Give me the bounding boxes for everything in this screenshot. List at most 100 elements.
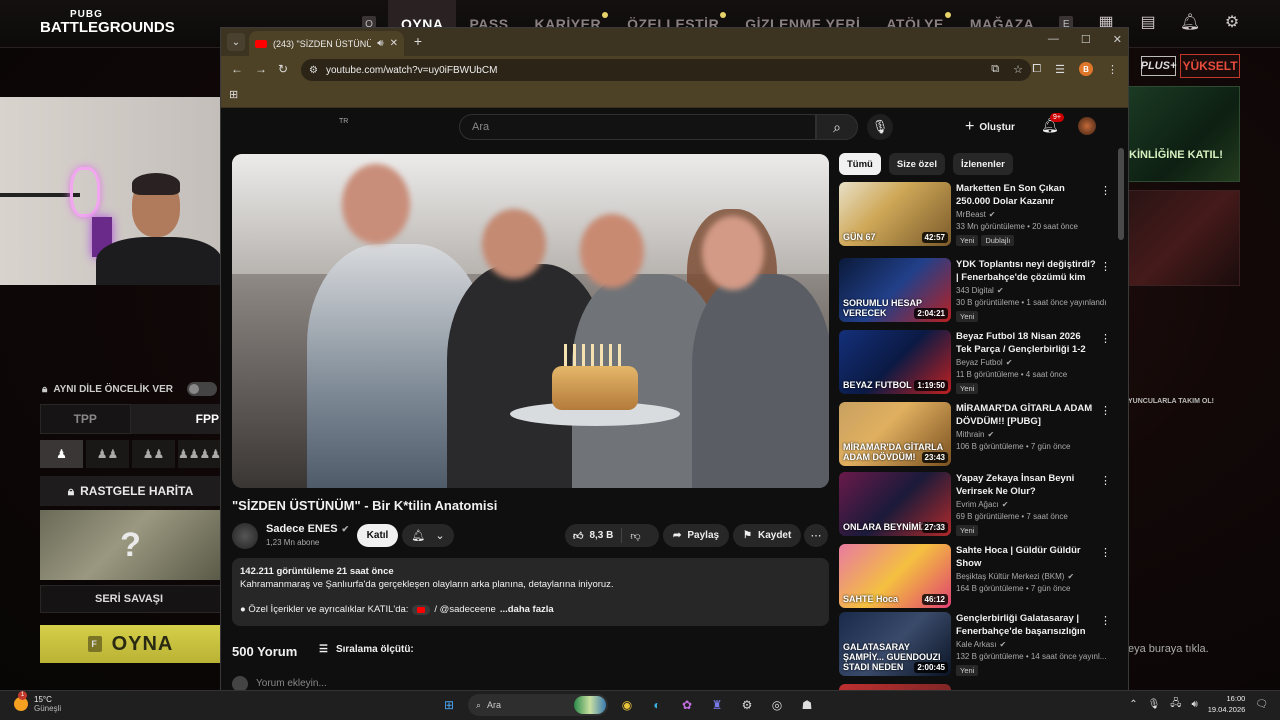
chevron-up-icon[interactable]: ⌃ bbox=[1129, 699, 1137, 710]
video-thumbnail[interactable]: GALATASARAY ŞAMPİY... GUENDOUZI STADI NE… bbox=[839, 612, 951, 676]
video-thumbnail[interactable]: ONLARA BEYNİMİZİ VE 27:33 bbox=[839, 472, 951, 536]
steam-icon[interactable]: ⚙ bbox=[736, 694, 758, 716]
windows-start-icon[interactable]: ⊞ bbox=[438, 694, 460, 716]
more-options-icon[interactable]: ⋮ bbox=[1100, 546, 1111, 559]
bell-icon[interactable]: 🔔︎ bbox=[1180, 12, 1200, 32]
more-options-icon[interactable]: ⋮ bbox=[1100, 404, 1111, 417]
chip-for-you[interactable]: Size özel bbox=[888, 153, 945, 175]
gear-icon[interactable]: ⚙ bbox=[1222, 12, 1242, 32]
video-thumbnail[interactable]: MİRAMAR'DA GİTARLA ADAM DÖVDÜM! 23:43 bbox=[839, 402, 951, 466]
site-info-icon[interactable]: ⚙ bbox=[309, 65, 318, 76]
rec-title[interactable]: YDK Toplantısı neyi değiştirdi? | Fenerb… bbox=[956, 258, 1096, 284]
pubg-taskbar-icon[interactable]: ☗ bbox=[796, 694, 818, 716]
more-options-icon[interactable]: ⋮ bbox=[1100, 260, 1111, 273]
plus-badge[interactable]: PLUS+ bbox=[1141, 56, 1176, 76]
edge-icon[interactable]: ◐ bbox=[646, 694, 668, 716]
recommendation-item[interactable]: MİRAMAR'DA GİTARLA ADAM DÖVDÜM! 23:43 MİR… bbox=[839, 402, 1111, 468]
mission-icon[interactable]: ▤ bbox=[1138, 12, 1158, 32]
play-button[interactable]: F OYNA bbox=[40, 625, 221, 663]
search-input[interactable]: Ara bbox=[459, 114, 816, 140]
squad-icon[interactable]: ♟♟♟♟ bbox=[177, 440, 221, 468]
recommendation-item[interactable]: BEYAZ FUTBOL 1:19:50 Beyaz Futbol 18 Nisa… bbox=[839, 330, 1111, 396]
notification-icon[interactable]: 🗨︎ bbox=[1255, 699, 1268, 710]
show-more-link[interactable]: ...daha fazla bbox=[500, 604, 554, 615]
chrome-icon[interactable]: ◉ bbox=[616, 694, 638, 716]
maximize-icon[interactable]: ☐ bbox=[1081, 33, 1091, 46]
chip-all[interactable]: Tümü bbox=[839, 153, 881, 175]
bookmark-star-icon[interactable]: ☆ bbox=[1013, 63, 1023, 76]
rec-title[interactable]: Beyaz Futbol 18 Nisan 2026 Tek Parça / G… bbox=[956, 330, 1096, 356]
solo-icon[interactable]: ♟ bbox=[40, 440, 83, 468]
teams-icon[interactable]: ♜ bbox=[706, 694, 728, 716]
join-button[interactable]: Katıl bbox=[357, 524, 398, 547]
weather-widget[interactable]: 15°C Güneşli bbox=[14, 691, 61, 713]
video-thumbnail[interactable]: BEYAZ FUTBOL 1:19:50 bbox=[839, 330, 951, 394]
video-description[interactable]: 142.211 görüntüleme 21 saat önce Kahrama… bbox=[232, 558, 829, 626]
scrollbar[interactable] bbox=[1118, 148, 1124, 240]
like-button[interactable]: 👍︎ 8,3 B bbox=[565, 528, 623, 543]
random-map-button[interactable]: 🔒︎ RASTGELE HARİTA bbox=[40, 476, 221, 506]
duo-icon[interactable]: ♟♟ bbox=[85, 440, 129, 468]
speaker-icon[interactable]: 🔊︎ bbox=[377, 38, 383, 49]
more-options-icon[interactable]: ⋮ bbox=[1100, 184, 1111, 197]
close-icon[interactable]: ✕ bbox=[390, 38, 398, 49]
copilot-icon[interactable]: ✿ bbox=[676, 694, 698, 716]
channel-handle-link[interactable]: / @sadeceene bbox=[434, 604, 495, 615]
rec-title[interactable]: Yapay Zekaya İnsan Beyni Verirsek Ne Olu… bbox=[956, 472, 1096, 498]
notifications-bell-icon[interactable]: 🔔︎ 9+ bbox=[1041, 113, 1064, 134]
media-icon[interactable]: ☰ bbox=[1055, 63, 1065, 76]
promo-banner[interactable]: KİNLİĞİNE KATIL! bbox=[1128, 86, 1240, 182]
taskbar-search[interactable]: ⌕ Ara bbox=[468, 694, 608, 716]
recommendation-item[interactable]: ONLARA BEYNİMİZİ VE 27:33 Yapay Zekaya İn… bbox=[839, 472, 1111, 538]
seri-mode[interactable]: SERİ SAVAŞI bbox=[40, 585, 221, 613]
apps-icon[interactable]: ⊞ bbox=[229, 88, 238, 101]
forward-icon[interactable]: → bbox=[255, 62, 267, 76]
rec-title[interactable]: Gençlerbirliği Galatasaray | Fenerbahçe'… bbox=[956, 612, 1096, 638]
sort-button[interactable]: ☰ Sıralama ölçütü: bbox=[319, 644, 414, 655]
video-thumbnail[interactable]: SAHTE Hoca 46:12 bbox=[839, 544, 951, 608]
network-icon[interactable]: 🖧︎ bbox=[1170, 696, 1181, 713]
chip-watched[interactable]: İzlenenler bbox=[952, 153, 1013, 175]
subscription-bell-button[interactable]: 🔔︎ ⌄ bbox=[402, 524, 454, 547]
tpp-option[interactable]: TPP bbox=[40, 404, 131, 434]
more-options-icon[interactable]: ⋮ bbox=[1100, 332, 1111, 345]
channel-name[interactable]: Sadece ENES ✔ bbox=[266, 523, 349, 535]
trio-icon[interactable]: ♟♟ bbox=[131, 440, 175, 468]
tab-search-icon[interactable]: ⌄ bbox=[227, 33, 245, 51]
language-toggle[interactable] bbox=[186, 382, 217, 396]
more-options-icon[interactable]: ⋮ bbox=[1100, 614, 1111, 627]
save-button[interactable]: ⚑ Kaydet bbox=[733, 524, 802, 547]
language-preference[interactable]: 🔒︎ AYNI DİLE ÖNCELİK VER bbox=[42, 382, 217, 396]
add-comment-input[interactable]: Yorum ekleyin... bbox=[256, 678, 327, 689]
menu-icon[interactable]: ⋮ bbox=[1107, 63, 1118, 76]
mic-icon[interactable]: 🎙︎ bbox=[867, 114, 893, 140]
more-options-icon[interactable]: ⋮ bbox=[1100, 474, 1111, 487]
recommendation-item[interactable]: SORUMLU HESAP VERECEK 2:04:21 YDK Toplant… bbox=[839, 258, 1111, 324]
account-avatar[interactable] bbox=[1078, 117, 1096, 135]
extensions-icon[interactable]: ⧠ bbox=[1032, 63, 1041, 76]
fpp-option[interactable]: FPP bbox=[130, 404, 221, 434]
rec-title[interactable]: Marketten En Son Çıkan 250.000 Dolar Kaz… bbox=[956, 182, 1096, 208]
video-player[interactable] bbox=[232, 154, 829, 488]
clock[interactable]: 16:00 19.04.2026 bbox=[1208, 693, 1246, 715]
video-thumbnail[interactable]: GÜN 67 42:57 bbox=[839, 182, 951, 246]
youtube-icon[interactable] bbox=[412, 604, 431, 615]
dislike-button[interactable]: 👎︎ bbox=[622, 530, 648, 542]
share-button[interactable]: ➦ Paylaş bbox=[663, 524, 730, 547]
recommendation-item[interactable]: SAHTE Hoca 46:12 Sahte Hoca | Güldür Güld… bbox=[839, 544, 1111, 610]
upgrade-button[interactable]: YÜKSELT bbox=[1180, 54, 1240, 78]
back-icon[interactable]: ← bbox=[231, 62, 243, 76]
cast-icon[interactable]: ⧉ bbox=[991, 63, 999, 76]
minimize-icon[interactable]: — bbox=[1048, 33, 1059, 46]
channel-avatar[interactable] bbox=[232, 523, 258, 549]
close-window-icon[interactable]: ✕ bbox=[1113, 33, 1122, 46]
video-thumbnail[interactable]: SORUMLU HESAP VERECEK 2:04:21 bbox=[839, 258, 951, 322]
tab-youtube[interactable]: (243) "SİZDEN ÜSTÜNÜM" 🔊︎ ✕ bbox=[249, 31, 404, 56]
volume-icon[interactable]: 🔊︎ bbox=[1191, 699, 1197, 710]
recommendation-item[interactable]: GÜN 67 42:57 Marketten En Son Çıkan 250.0… bbox=[839, 182, 1111, 248]
address-bar[interactable]: ⚙ youtube.com/watch?v=uy0iFBWUbCM ⧉ ☆ bbox=[301, 59, 1031, 81]
rec-title[interactable]: MİRAMAR'DA GİTARLA ADAM DÖVDÜM!! [PUBG] bbox=[956, 402, 1096, 428]
new-tab-icon[interactable]: + bbox=[409, 33, 427, 49]
search-icon[interactable]: ⌕ bbox=[816, 114, 858, 140]
rec-title[interactable]: Sahte Hoca | Güldür Güldür Show bbox=[956, 544, 1096, 570]
